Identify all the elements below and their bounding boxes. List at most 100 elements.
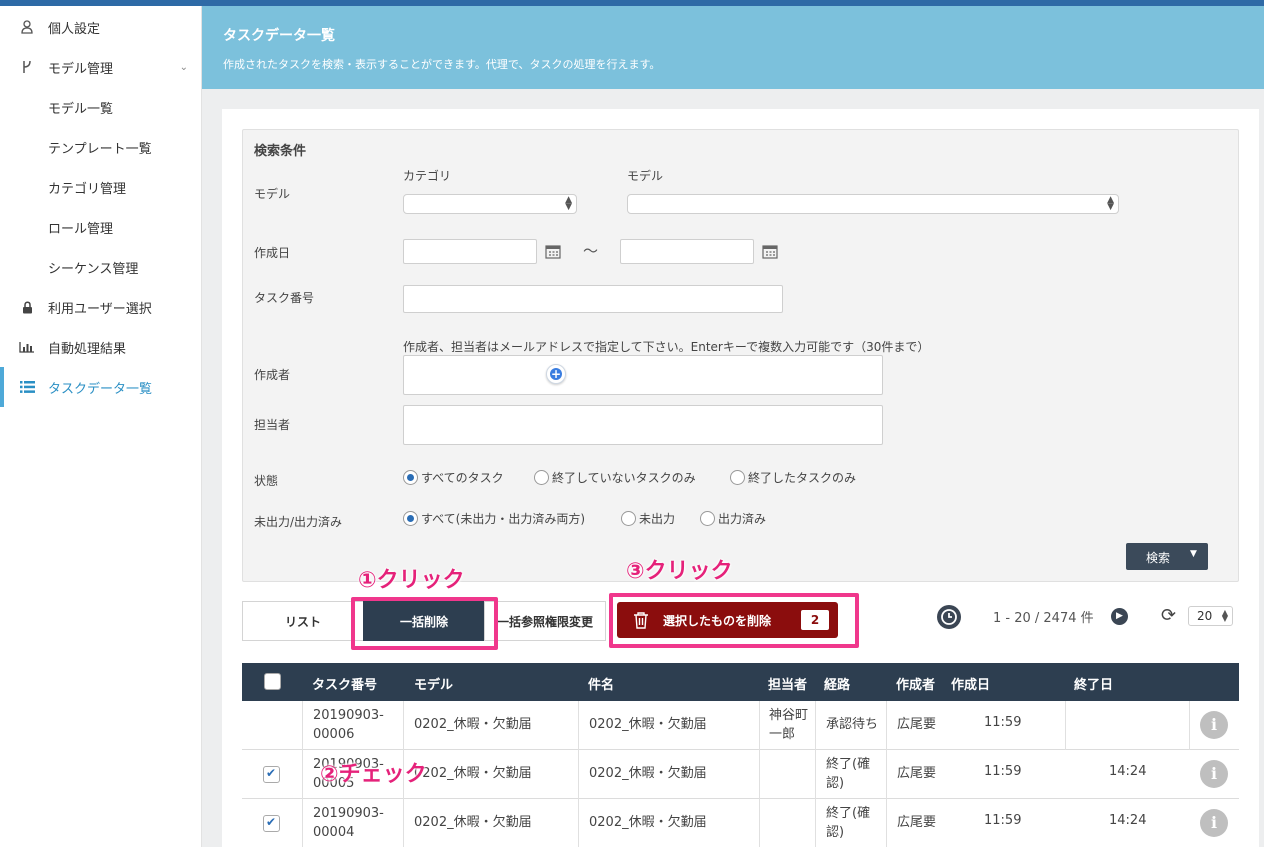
tab-list[interactable]: リスト xyxy=(242,601,364,641)
select-arrows-icon: ▲ ▼ xyxy=(1221,608,1228,623)
output-option-all[interactable]: すべて(未出力・出力済み両方) xyxy=(403,510,585,530)
model-text: 0202_休暇・欠勤届 xyxy=(414,815,532,830)
sidebar: 個人設定 モデル管理 ⌄ モデル一覧 テンプレート一覧 カテゴリ管理 ロール管理… xyxy=(0,6,202,847)
cell-subject: 0202_休暇・欠勤届 xyxy=(578,750,759,799)
output-option-output-done[interactable]: 出力済み xyxy=(700,510,766,530)
model-icon xyxy=(18,58,36,76)
sidebar-item-label: 自動処理結果 xyxy=(48,341,127,357)
calendar-icon[interactable] xyxy=(545,244,561,259)
task-number-text: 20190903- xyxy=(313,708,384,723)
history-clock-icon[interactable] xyxy=(937,605,961,629)
calendar-icon[interactable] xyxy=(762,244,778,259)
cell-assignee: 神谷町 一郎 xyxy=(759,701,815,750)
task-number-input[interactable] xyxy=(403,285,783,313)
model-text: 0202_休暇・欠勤届 xyxy=(414,766,532,781)
model-sub-label: モデル xyxy=(627,169,664,183)
status-option-finished[interactable]: 終了したタスクのみ xyxy=(730,469,856,489)
cell-route: 承認待ち xyxy=(815,701,886,750)
column-header-assignee[interactable]: 担当者 xyxy=(768,674,807,693)
sidebar-item-label: カテゴリ管理 xyxy=(48,181,127,197)
sidebar-item-label: タスクデータ一覧 xyxy=(48,381,153,397)
route-text: 認) xyxy=(826,825,845,840)
sidebar-item-user-selection[interactable]: 利用ユーザー選択 xyxy=(0,287,202,327)
page-description: 作成されたタスクを検索・表示することができます。代理で、タスクの処理を行えます。 xyxy=(223,58,661,71)
task-number-text: 20190903- xyxy=(313,806,384,821)
sidebar-item-auto-results[interactable]: 自動処理結果 xyxy=(0,327,202,367)
output-option-not-output[interactable]: 未出力 xyxy=(621,510,675,530)
sidebar-item-template-list[interactable]: テンプレート一覧 xyxy=(0,127,202,167)
radio-label: 終了していないタスクのみ xyxy=(552,471,696,485)
per-page-select[interactable]: 20 ▲ ▼ xyxy=(1188,606,1233,626)
row-checkbox[interactable] xyxy=(263,766,280,783)
created-text: 11:59 xyxy=(984,813,1022,828)
highlight-delete-button xyxy=(609,593,859,648)
next-page-icon[interactable]: ▶ xyxy=(1111,608,1128,625)
sidebar-item-model-list[interactable]: モデル一覧 xyxy=(0,87,202,127)
info-icon[interactable]: i xyxy=(1200,760,1228,788)
radio-label: すべてのタスク xyxy=(421,471,504,485)
column-header-model[interactable]: モデル xyxy=(414,674,453,693)
sidebar-item-category-management[interactable]: カテゴリ管理 xyxy=(0,167,202,207)
table-row[interactable]: 20190903- 00004 0202_休暇・欠勤届 0202_休暇・欠勤届 終… xyxy=(242,799,1239,847)
model-label: モデル xyxy=(254,187,291,201)
sidebar-item-sequence-management[interactable]: シーケンス管理 xyxy=(0,247,202,287)
page-header: タスクデータ一覧 作成されたタスクを検索・表示することができます。代理で、タスク… xyxy=(202,6,1264,89)
tab-bulk-permission-change[interactable]: 一括参照権限変更 xyxy=(484,601,606,641)
created-text: 11:59 xyxy=(984,764,1022,779)
sidebar-item-label: モデル管理 xyxy=(48,61,114,77)
assignee-input[interactable] xyxy=(403,405,883,445)
cell-creator: 広尾要 xyxy=(886,799,940,847)
category-label: カテゴリ xyxy=(403,169,452,183)
cell-model: 0202_休暇・欠勤届 xyxy=(403,701,578,750)
status-option-unfinished[interactable]: 終了していないタスクのみ xyxy=(534,469,696,489)
radio-selected-icon xyxy=(403,470,418,485)
pagination-range: 1 - 20 / 2474 件 xyxy=(993,611,1094,626)
radio-icon xyxy=(621,511,636,526)
column-header-ended[interactable]: 終了日 xyxy=(1074,674,1113,693)
sidebar-item-model-management[interactable]: モデル管理 ⌄ xyxy=(0,47,202,87)
table-row[interactable]: 20190903- 00006 0202_休暇・欠勤届 0202_休暇・欠勤届 神… xyxy=(242,701,1239,750)
radio-label: 終了したタスクのみ xyxy=(748,471,857,485)
per-page-value: 20 xyxy=(1197,609,1213,623)
created-from-input[interactable] xyxy=(403,239,537,264)
add-plus-icon[interactable]: + xyxy=(546,364,566,384)
ended-text: 14:24 xyxy=(1109,813,1147,828)
sidebar-item-role-management[interactable]: ロール管理 xyxy=(0,207,202,247)
radio-label: 未出力 xyxy=(639,512,676,526)
task-number-label: タスク番号 xyxy=(254,291,315,305)
creator-text: 広尾要 xyxy=(897,717,937,732)
category-select[interactable]: ▲ ▼ xyxy=(403,194,577,214)
refresh-icon[interactable]: ⟳ xyxy=(1161,605,1176,626)
column-header-created[interactable]: 作成日 xyxy=(951,674,990,693)
search-button[interactable]: 検索 ▼ xyxy=(1126,543,1208,570)
chevron-down-icon: ⌄ xyxy=(179,61,188,73)
created-text: 11:59 xyxy=(984,715,1022,730)
column-header-subject[interactable]: 件名 xyxy=(588,674,614,693)
model-select[interactable]: ▲ ▼ xyxy=(627,194,1119,214)
cell-divider xyxy=(1065,701,1066,750)
info-icon[interactable]: i xyxy=(1200,809,1228,837)
created-to-input[interactable] xyxy=(620,239,754,264)
sidebar-item-personal-settings[interactable]: 個人設定 xyxy=(0,7,202,47)
status-option-all[interactable]: すべてのタスク xyxy=(403,469,504,489)
sidebar-item-task-data-list[interactable]: タスクデータ一覧 xyxy=(0,367,202,407)
cell-assignee xyxy=(759,799,815,847)
email-hint: 作成者、担当者はメールアドレスで指定して下さい。Enterキーで複数入力可能です… xyxy=(403,340,930,354)
column-header-route[interactable]: 経路 xyxy=(824,674,850,693)
row-checkbox[interactable] xyxy=(263,815,280,832)
select-all-checkbox[interactable] xyxy=(264,673,281,690)
cell-model: 0202_休暇・欠勤届 xyxy=(403,799,578,847)
search-button-label: 検索 xyxy=(1146,551,1171,565)
assignee-label: 担当者 xyxy=(254,418,291,432)
radio-label: 出力済み xyxy=(718,512,767,526)
assignee-text: 神谷町 xyxy=(769,708,809,723)
column-header-task-number[interactable]: タスク番号 xyxy=(312,674,377,693)
subject-text: 0202_休暇・欠勤届 xyxy=(589,815,707,830)
lock-icon xyxy=(18,298,36,316)
column-header-creator[interactable]: 作成者 xyxy=(896,674,935,693)
subject-text: 0202_休暇・欠勤届 xyxy=(589,766,707,781)
info-icon[interactable]: i xyxy=(1200,711,1228,739)
creator-input[interactable] xyxy=(403,355,883,395)
highlight-bulk-delete xyxy=(351,597,498,650)
caret-down-icon[interactable]: ▼ xyxy=(1190,549,1197,559)
